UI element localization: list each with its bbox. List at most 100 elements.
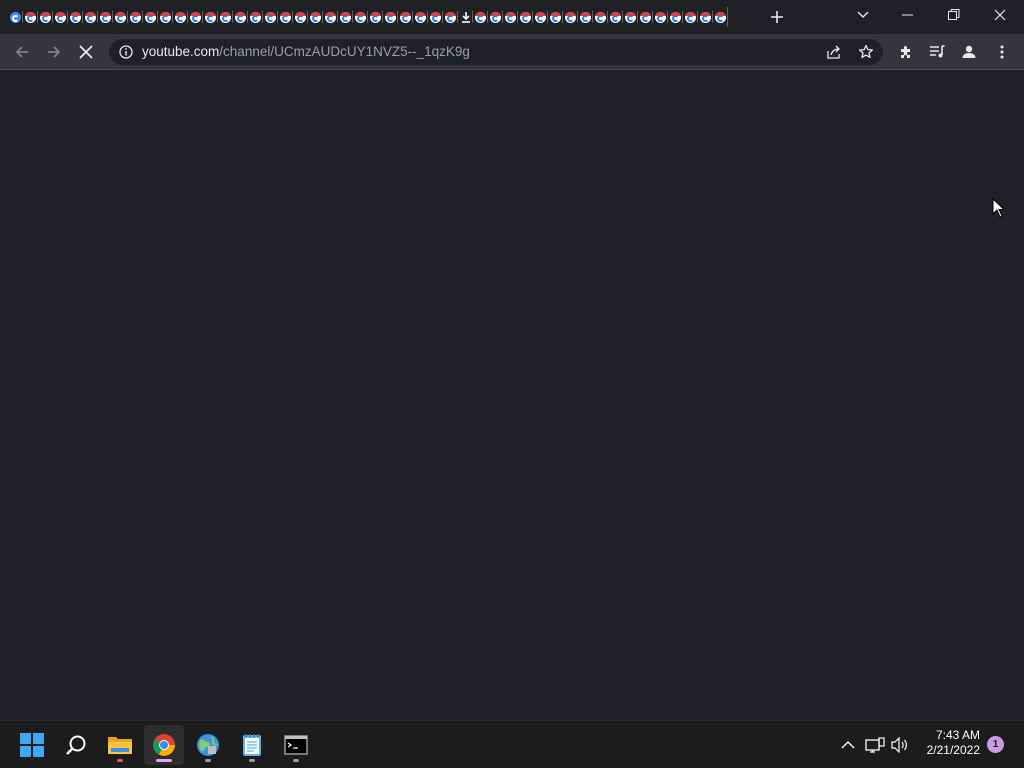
address-bar[interactable]: youtube.com/channel/UCmzAUDcUY1NVZ5--_1q… <box>109 39 883 65</box>
browser-tab[interactable] <box>98 7 113 27</box>
browser-tab[interactable] <box>368 7 383 27</box>
share-button[interactable] <box>824 42 844 62</box>
browser-tab[interactable] <box>593 7 608 27</box>
chrome-menu-button[interactable] <box>988 38 1016 66</box>
browser-tab[interactable] <box>23 7 38 27</box>
browser-tab[interactable] <box>188 7 203 27</box>
tab-search-button[interactable] <box>852 5 874 25</box>
browser-tab[interactable] <box>8 7 23 27</box>
browser-tab[interactable] <box>323 7 338 27</box>
browser-toolbar: youtube.com/channel/UCmzAUDcUY1NVZ5--_1q… <box>0 34 1024 70</box>
browser-tab[interactable] <box>578 7 593 27</box>
pokeball-favicon-icon <box>220 11 231 23</box>
browser-tab[interactable] <box>713 7 728 27</box>
start-button[interactable] <box>12 725 52 765</box>
browser-tab[interactable] <box>608 7 623 27</box>
volume-button[interactable] <box>890 735 910 755</box>
puzzle-icon <box>901 46 910 58</box>
browser-tab[interactable] <box>428 7 443 27</box>
kebab-menu-icon <box>1000 45 1004 59</box>
browser-tab[interactable] <box>248 7 263 27</box>
info-icon[interactable] <box>118 44 134 60</box>
extensions-button[interactable] <box>892 38 920 66</box>
browser-tab[interactable] <box>158 7 173 27</box>
browser-tab[interactable] <box>518 7 533 27</box>
clock-date: 2/21/2022 <box>926 743 980 757</box>
tab-divider <box>727 7 728 27</box>
terminal-button[interactable] <box>276 725 316 765</box>
bookmark-button[interactable] <box>856 42 876 62</box>
browser-tab[interactable] <box>458 7 473 27</box>
pokeball-favicon-icon <box>550 11 561 23</box>
search-button[interactable] <box>56 725 96 765</box>
back-button[interactable] <box>8 38 36 66</box>
globe-app-button[interactable] <box>188 725 228 765</box>
tab-strip <box>0 0 1024 34</box>
browser-tab[interactable] <box>203 7 218 27</box>
browser-tab[interactable] <box>548 7 563 27</box>
pokeball-favicon-icon <box>160 11 171 23</box>
browser-tab[interactable] <box>263 7 278 27</box>
browser-tab[interactable] <box>503 7 518 27</box>
browser-tab[interactable] <box>173 7 188 27</box>
browser-tab[interactable] <box>53 7 68 27</box>
browser-tab[interactable] <box>413 7 428 27</box>
browser-tab[interactable] <box>698 7 713 27</box>
browser-tab[interactable] <box>623 7 638 27</box>
browser-tab[interactable] <box>638 7 653 27</box>
browser-tab[interactable] <box>338 7 353 27</box>
pokeball-favicon-icon <box>340 11 351 23</box>
close-window-button[interactable] <box>977 0 1023 30</box>
url-text[interactable]: youtube.com/channel/UCmzAUDcUY1NVZ5--_1q… <box>142 39 470 65</box>
browser-tab[interactable] <box>383 7 398 27</box>
browser-tab[interactable] <box>563 7 578 27</box>
stop-loading-button[interactable] <box>72 38 100 66</box>
browser-tab[interactable] <box>353 7 368 27</box>
forward-button[interactable] <box>40 38 68 66</box>
minimize-button[interactable] <box>885 0 931 30</box>
browser-tab[interactable] <box>83 7 98 27</box>
browser-tab[interactable] <box>113 7 128 27</box>
profile-button[interactable] <box>955 38 983 66</box>
share-icon <box>827 45 840 59</box>
browser-tab[interactable] <box>143 7 158 27</box>
new-tab-button[interactable] <box>766 6 788 28</box>
star-icon <box>858 44 874 59</box>
browser-tab[interactable] <box>278 7 293 27</box>
media-controls-button[interactable] <box>923 38 951 66</box>
browser-tab[interactable] <box>38 7 53 27</box>
running-indicator <box>117 759 123 762</box>
browser-tab[interactable] <box>128 7 143 27</box>
pokeball-favicon-icon <box>655 11 666 23</box>
browser-tab[interactable] <box>443 7 458 27</box>
browser-tab[interactable] <box>293 7 308 27</box>
pokeball-favicon-icon <box>700 11 711 23</box>
browser-tab[interactable] <box>308 7 323 27</box>
browser-tab[interactable] <box>683 7 698 27</box>
browser-tab[interactable] <box>653 7 668 27</box>
pokeball-favicon-icon <box>130 11 141 23</box>
pokeball-favicon-icon <box>280 11 291 23</box>
restore-button[interactable] <box>931 0 977 30</box>
notification-badge[interactable]: 1 <box>987 736 1004 753</box>
browser-tab[interactable] <box>233 7 248 27</box>
pokeball-favicon-icon <box>640 11 651 23</box>
show-hidden-icons-button[interactable] <box>838 735 858 755</box>
browser-tab[interactable] <box>488 7 503 27</box>
network-button[interactable] <box>865 735 885 755</box>
clock-time: 7:43 AM <box>935 728 980 742</box>
browser-tab[interactable] <box>68 7 83 27</box>
pokeball-favicon-icon <box>490 11 501 23</box>
taskbar-clock[interactable]: 7:43 AM 2/21/2022 <box>918 728 980 758</box>
chrome-taskbar-button[interactable] <box>144 725 184 765</box>
browser-tab[interactable] <box>218 7 233 27</box>
pokeball-favicon-icon <box>580 11 591 23</box>
notepad-button[interactable] <box>232 725 272 765</box>
browser-tab[interactable] <box>398 7 413 27</box>
pokeball-favicon-icon <box>205 11 216 23</box>
browser-tab[interactable] <box>473 7 488 27</box>
browser-tab[interactable] <box>533 7 548 27</box>
active-indicator <box>156 759 172 762</box>
browser-tab[interactable] <box>668 7 683 27</box>
file-explorer-button[interactable] <box>100 725 140 765</box>
